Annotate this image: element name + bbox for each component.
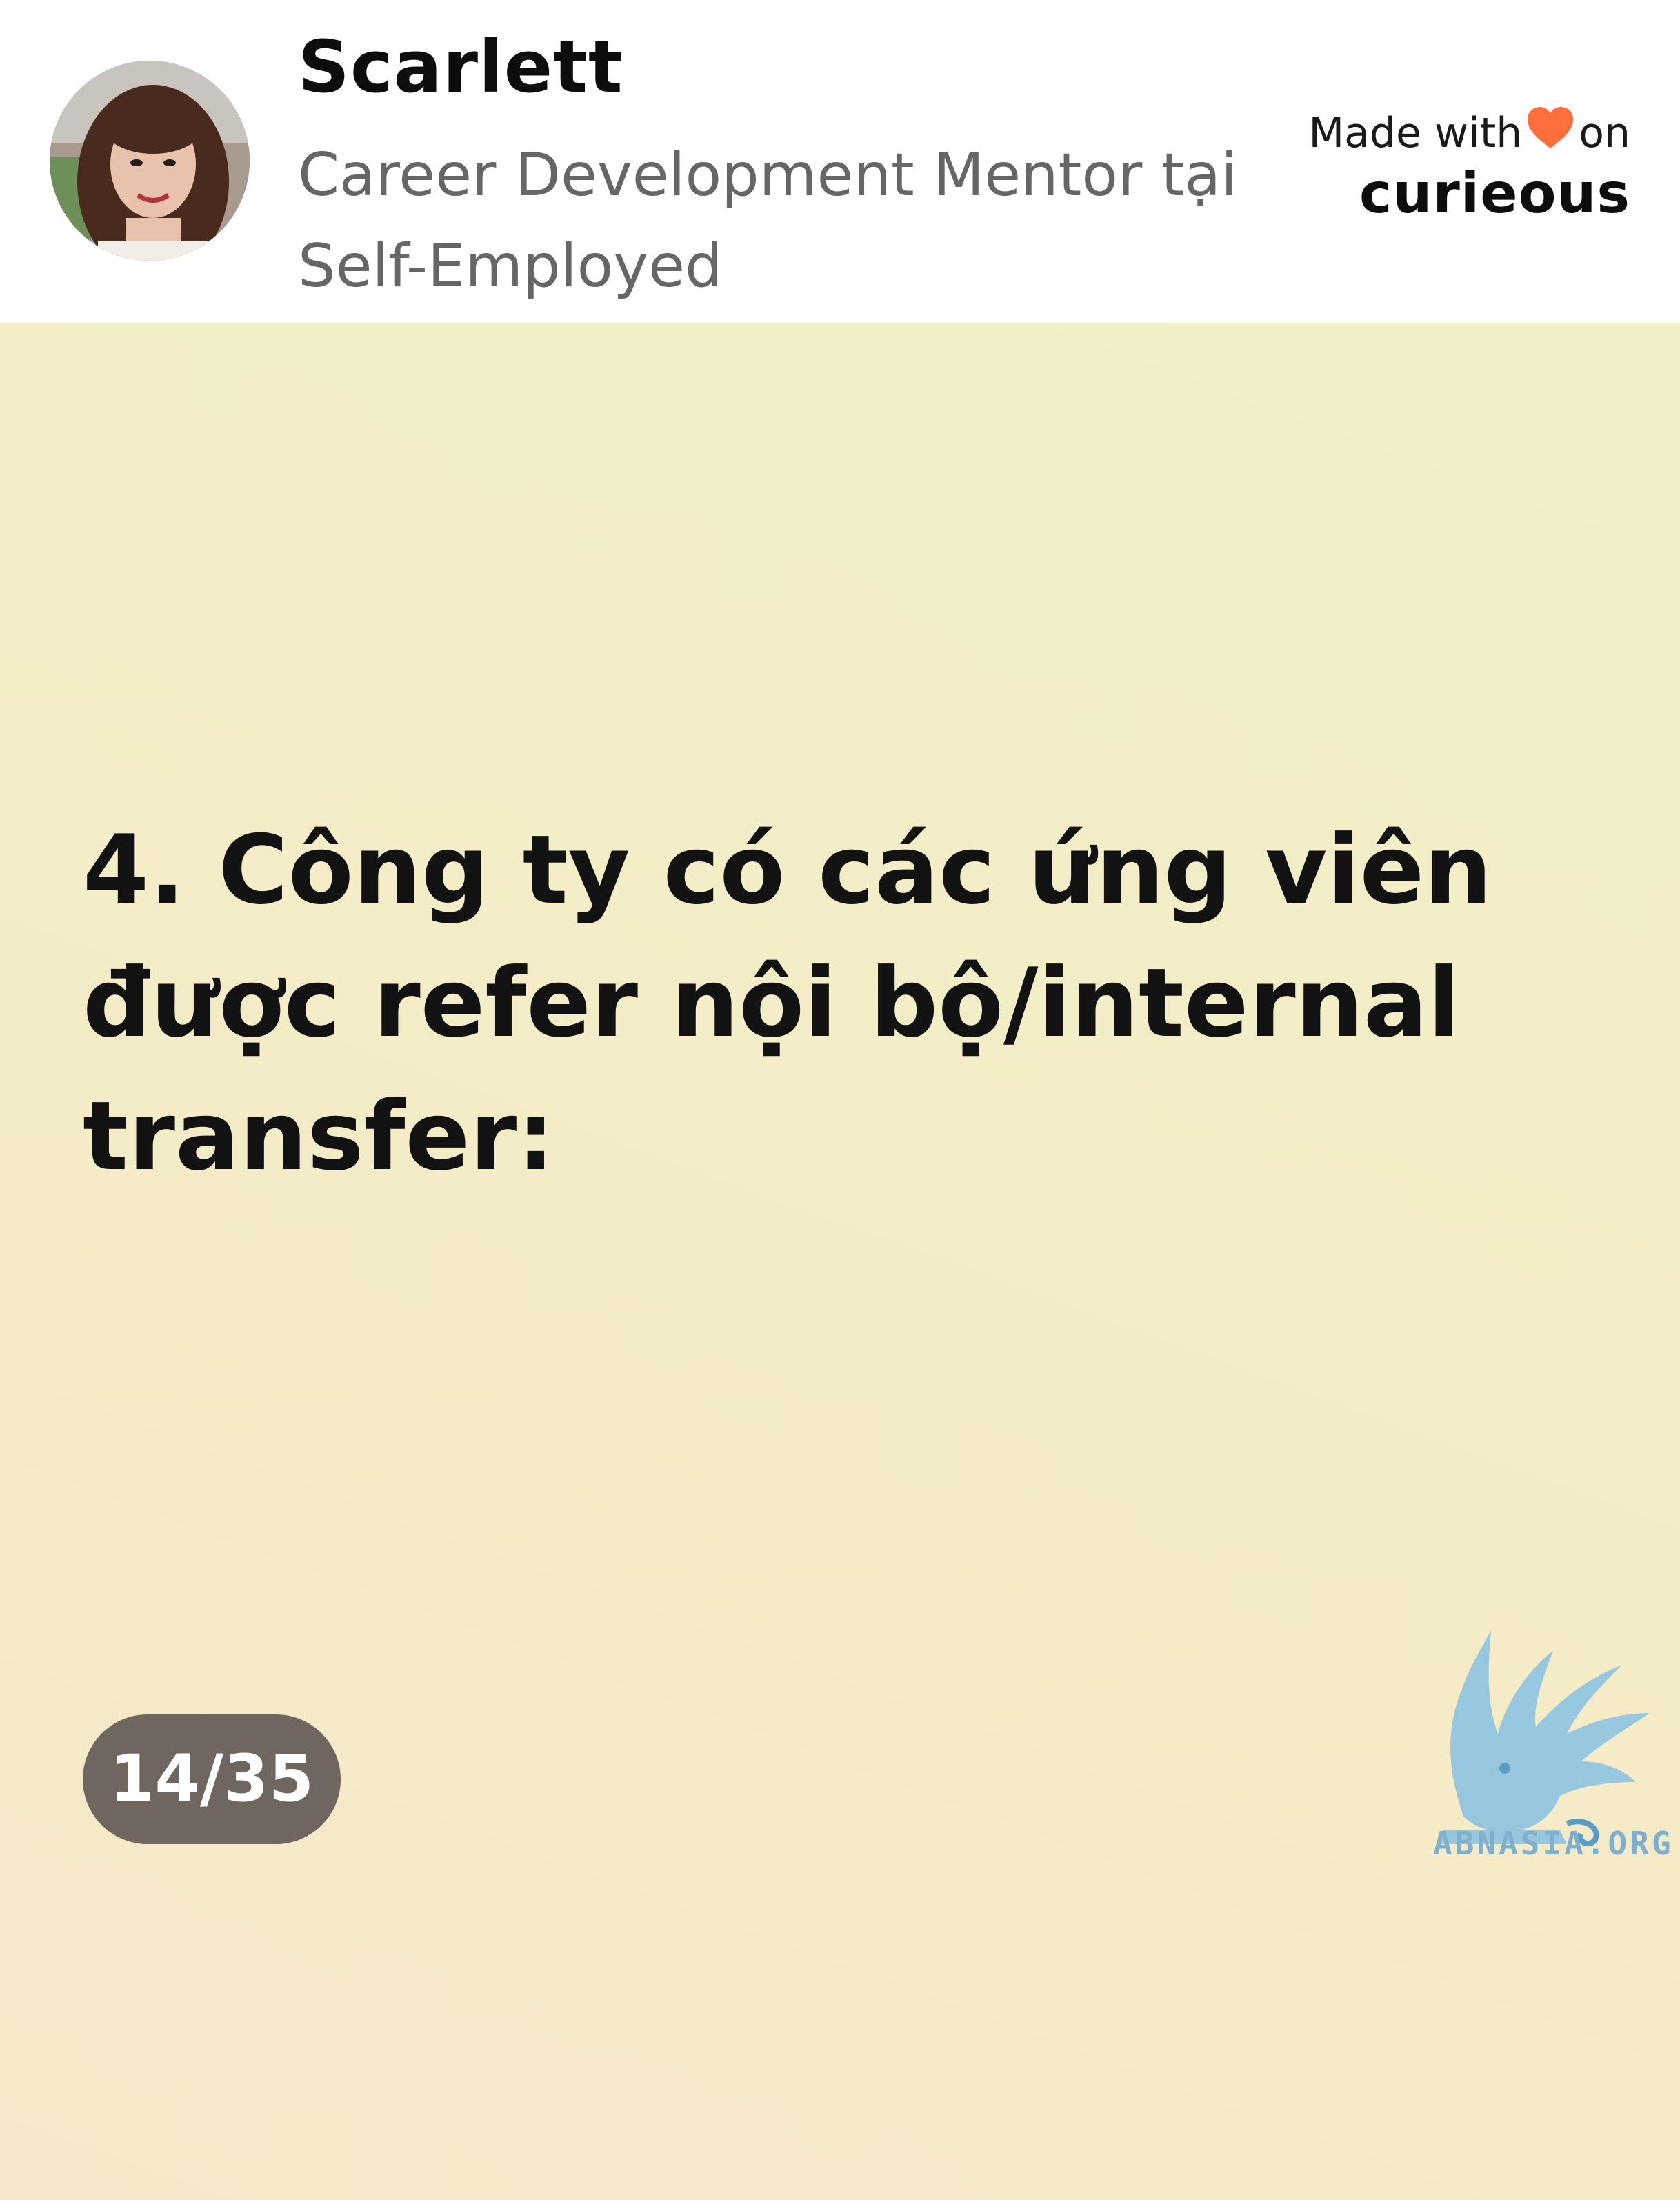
made-with-prefix: Made with — [1308, 109, 1523, 157]
made-with-badge[interactable]: Made with on curieous — [1272, 105, 1630, 223]
slide-card — [0, 323, 1680, 2200]
author-title: Career Development Mentor tại Self-Emplo… — [298, 141, 1237, 301]
avatar-photo — [50, 61, 250, 261]
author-name[interactable]: Scarlett — [298, 25, 623, 109]
made-with-suffix: on — [1579, 109, 1630, 157]
heart-icon — [1526, 106, 1574, 164]
brand-logo: curieous — [1359, 161, 1630, 226]
post-slide: Scarlett Career Development Mentor tại S… — [0, 0, 1680, 2200]
post-header: Scarlett Career Development Mentor tại S… — [0, 0, 1680, 323]
watermark-text: ABNASIA.ORG — [1433, 1825, 1674, 1862]
slide-text: 4. Công ty có các ứng viên được refer nộ… — [83, 814, 1492, 1192]
avatar[interactable] — [50, 61, 250, 261]
griffin-logo-icon — [1422, 1623, 1677, 1858]
page-counter: 14/35 — [83, 1714, 341, 1844]
